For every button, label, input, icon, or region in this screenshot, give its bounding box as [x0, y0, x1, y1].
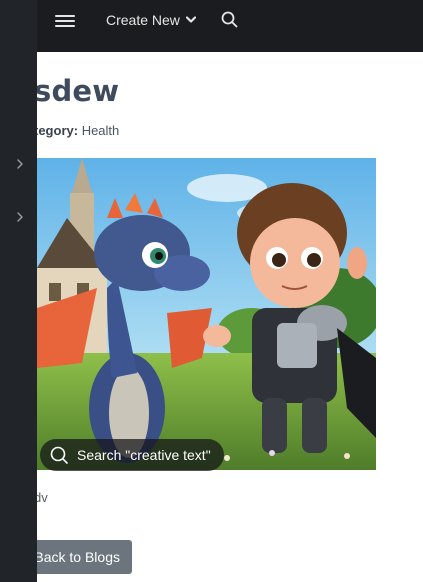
- post-category: tegory: Health: [34, 123, 119, 138]
- post-title: sdew: [34, 74, 120, 108]
- hamburger-icon[interactable]: [55, 14, 75, 28]
- chevron-right-icon[interactable]: [14, 157, 26, 169]
- chevron-down-icon: [185, 11, 196, 27]
- search-icon: [49, 445, 69, 465]
- post-image: [37, 158, 376, 470]
- chevron-right-icon[interactable]: [14, 210, 26, 222]
- create-new-dropdown[interactable]: Create New: [106, 11, 196, 28]
- back-to-blogs-button[interactable]: Back to Blogs: [26, 540, 132, 574]
- category-value: Health: [81, 123, 120, 138]
- search-icon[interactable]: [220, 10, 240, 30]
- sidebar: [0, 0, 37, 582]
- image-search-text: Search "creative text": [77, 447, 211, 463]
- create-new-label: Create New: [106, 12, 180, 28]
- image-search-overlay[interactable]: Search "creative text": [40, 439, 224, 471]
- top-navbar: Create New: [0, 0, 423, 52]
- category-label: tegory:: [34, 123, 79, 138]
